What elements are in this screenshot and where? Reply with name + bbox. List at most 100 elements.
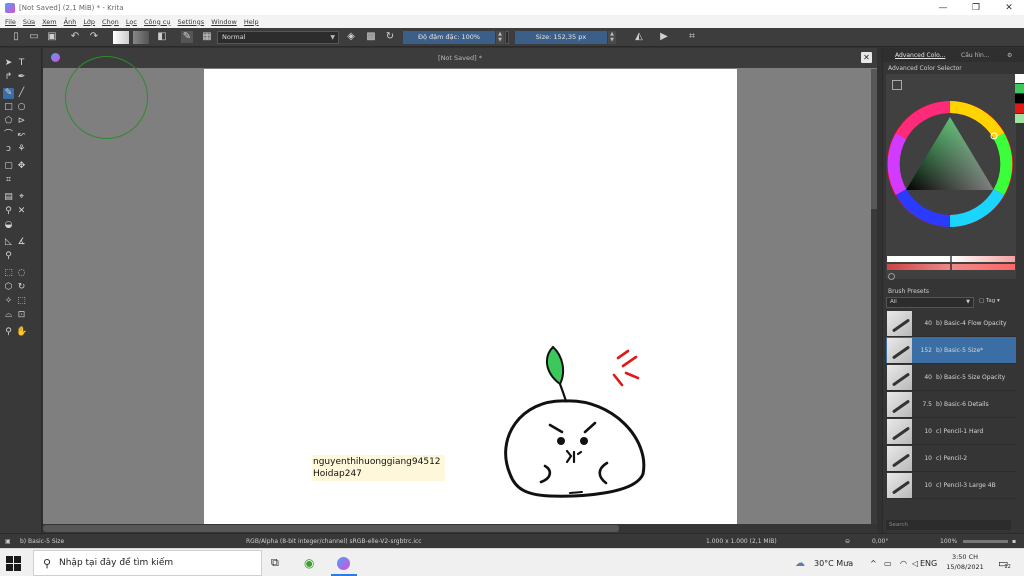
tag-toggle[interactable]: ▢ Tag ▾ xyxy=(979,298,1000,304)
gradient-swatch[interactable] xyxy=(113,31,129,44)
blending-mode-select[interactable]: Normal ▼ xyxy=(217,31,339,44)
krita-taskbar-icon[interactable] xyxy=(337,549,350,576)
vertical-scroll-thumb[interactable] xyxy=(871,69,877,209)
menu-layer[interactable]: Lớp xyxy=(83,18,95,26)
colorize-mask-icon[interactable]: ⚲ xyxy=(3,206,14,217)
fg-bg-color-icon[interactable]: ◧ xyxy=(156,31,168,43)
freehand-select-icon[interactable]: ↻ xyxy=(16,282,27,293)
vertical-scrollbar[interactable] xyxy=(871,69,877,524)
opacity-spinner[interactable]: ▲ ▼ xyxy=(496,31,504,44)
canvas-area[interactable]: [Not Saved] * ✕ nguyenthihuonggiang94512… xyxy=(43,48,877,533)
taskbar-search-input[interactable]: ⚲ Nhập tại đây để tìm kiếm xyxy=(33,550,262,576)
color-sliders[interactable] xyxy=(887,256,1015,272)
edit-shapes-icon[interactable]: ↱ xyxy=(3,72,14,83)
document-tab[interactable]: [Not Saved] * ✕ xyxy=(43,48,877,68)
ellipse-tool-icon[interactable]: ○ xyxy=(16,102,27,113)
menu-file[interactable]: File xyxy=(5,18,16,26)
brush-preset-icon[interactable]: ✎ xyxy=(181,31,193,43)
freehand-brush-icon[interactable]: ✎ xyxy=(3,88,14,99)
color-wheel[interactable] xyxy=(886,74,1016,254)
menu-select[interactable]: Chọn xyxy=(102,18,119,26)
reload-preset-icon[interactable]: ↻ xyxy=(384,31,396,43)
preset-item[interactable]: 10 c) Pencil-1 Hard xyxy=(886,418,1016,445)
drawing-canvas[interactable]: nguyenthihuonggiang94512 Hoidap247 xyxy=(204,69,737,524)
polyline-tool-icon[interactable]: ⊳ xyxy=(16,116,27,127)
eraser-mode-icon[interactable]: ◈ xyxy=(345,31,357,43)
lightness-slider[interactable] xyxy=(887,256,1015,262)
multibrush-icon[interactable]: ⚘ xyxy=(16,144,27,155)
saturation-slider[interactable] xyxy=(887,264,1015,270)
preset-item[interactable]: 40 b) Basic-4 Flow Opacity xyxy=(886,310,1016,337)
menu-settings[interactable]: Settings xyxy=(178,18,205,26)
tab-settings-gear[interactable]: ⚙ xyxy=(1007,52,1012,59)
preset-item[interactable]: 7.5 b) Basic-6 Details xyxy=(886,391,1016,418)
polygon-select-icon[interactable]: ⬡ xyxy=(3,282,14,293)
freehand-path-icon[interactable]: ↜ xyxy=(16,130,27,141)
similar-select-icon[interactable]: ⬚ xyxy=(16,296,27,307)
taskbar-clock[interactable]: 3:50 CH 15/08/2021 xyxy=(943,552,987,572)
brush-preset-list[interactable]: 40 b) Basic-4 Flow Opacity 152 b) Basic-5 … xyxy=(886,310,1016,520)
preserve-alpha-icon[interactable]: ▩ xyxy=(365,31,377,43)
redo-icon[interactable]: ↷ xyxy=(88,31,100,43)
preset-item[interactable]: 10 c) Pencil-3 Large 4B xyxy=(886,472,1016,499)
weather-icon[interactable]: ☁ xyxy=(795,549,805,576)
close-document-icon[interactable]: ✕ xyxy=(861,52,872,63)
rotation-reset-icon[interactable]: ⊖ xyxy=(845,538,850,545)
menu-view[interactable]: Xem xyxy=(42,18,57,26)
new-document-icon[interactable]: ▯ xyxy=(10,31,22,43)
bezier-select-icon[interactable]: ⌓ xyxy=(3,310,14,321)
fill-tool-icon[interactable]: ◒ xyxy=(3,220,14,231)
wifi-icon[interactable]: ◠ xyxy=(900,549,907,576)
reference-tool-icon[interactable]: ⚲ xyxy=(3,251,14,262)
calligraphy-icon[interactable]: ✒ xyxy=(16,72,27,83)
language-indicator[interactable]: ENG xyxy=(920,549,937,576)
task-view-icon[interactable]: ⧉ xyxy=(271,549,279,576)
preset-item-selected[interactable]: 152 b) Basic-5 Size* xyxy=(886,337,1016,364)
color-picker-icon[interactable]: ⌖ xyxy=(16,192,27,203)
wrap-around-icon[interactable]: ⌗ xyxy=(686,31,698,43)
coccoc-browser-icon[interactable]: ◉ xyxy=(304,549,314,576)
save-icon[interactable]: ▣ xyxy=(46,31,58,43)
mirror-horizontal-icon[interactable]: ◭ xyxy=(633,31,645,43)
contiguous-select-icon[interactable]: ✧ xyxy=(3,296,14,307)
color-selector-menu-icon[interactable] xyxy=(892,80,902,90)
opacity-slider[interactable]: Độ đậm đặc: 100% xyxy=(403,31,495,44)
advanced-color-selector[interactable] xyxy=(886,74,1016,279)
preset-item[interactable]: 10 c) Pencil-2 xyxy=(886,445,1016,472)
brush-filter-select[interactable]: All ▼ xyxy=(886,297,974,308)
text-tool-icon[interactable]: T xyxy=(16,58,27,69)
minimize-button[interactable]: — xyxy=(928,0,958,15)
open-folder-icon[interactable]: ▭ xyxy=(28,31,40,43)
workspace-grid-icon[interactable]: ▦ xyxy=(201,31,213,43)
rect-select-icon[interactable]: ⬚ xyxy=(3,268,14,279)
close-button[interactable]: ✕ xyxy=(994,0,1024,15)
dynamic-brush-icon[interactable]: ↄ xyxy=(3,144,14,155)
maximize-button[interactable]: ❐ xyxy=(961,0,991,15)
measure-tool-icon[interactable]: ∡ xyxy=(16,237,27,248)
color-history-strip[interactable] xyxy=(1015,74,1024,144)
menu-window[interactable]: Window xyxy=(211,18,237,26)
size-slider[interactable]: Size: 152,35 px xyxy=(515,31,607,44)
color-history-icon[interactable] xyxy=(888,273,895,280)
undo-icon[interactable]: ↶ xyxy=(69,31,81,43)
network-icon[interactable]: ▭ xyxy=(884,549,892,576)
horizontal-scrollbar[interactable] xyxy=(43,524,877,533)
menu-image[interactable]: Ảnh xyxy=(64,18,77,26)
weather-text[interactable]: 30°C Mưa xyxy=(814,549,853,576)
size-spinner[interactable]: ▲ ▼ xyxy=(608,31,616,44)
magnetic-select-icon[interactable]: ⊡ xyxy=(16,310,27,321)
brush-search-input[interactable]: Search xyxy=(886,520,1011,530)
tab-config[interactable]: Cấu hìn... xyxy=(961,52,990,59)
windows-start-icon[interactable] xyxy=(6,556,21,571)
zoom-slider[interactable] xyxy=(963,540,1008,543)
preset-item[interactable]: 40 b) Basic-5 Size Opacity xyxy=(886,364,1016,391)
assistant-tool-icon[interactable]: ◺ xyxy=(3,237,14,248)
brush-indicator-icon[interactable]: ▣ xyxy=(5,538,11,545)
menu-help[interactable]: Help xyxy=(244,18,259,26)
pan-tool-icon[interactable]: ✋ xyxy=(16,327,27,338)
move-tool-icon[interactable]: ✥ xyxy=(16,161,27,172)
line-tool-icon[interactable]: ╱ xyxy=(16,88,27,99)
smart-patch-icon[interactable]: ✕ xyxy=(16,206,27,217)
tab-advanced-color[interactable]: Advanced Colo... xyxy=(895,52,945,59)
zoom-tool-icon[interactable]: ⚲ xyxy=(3,327,14,338)
